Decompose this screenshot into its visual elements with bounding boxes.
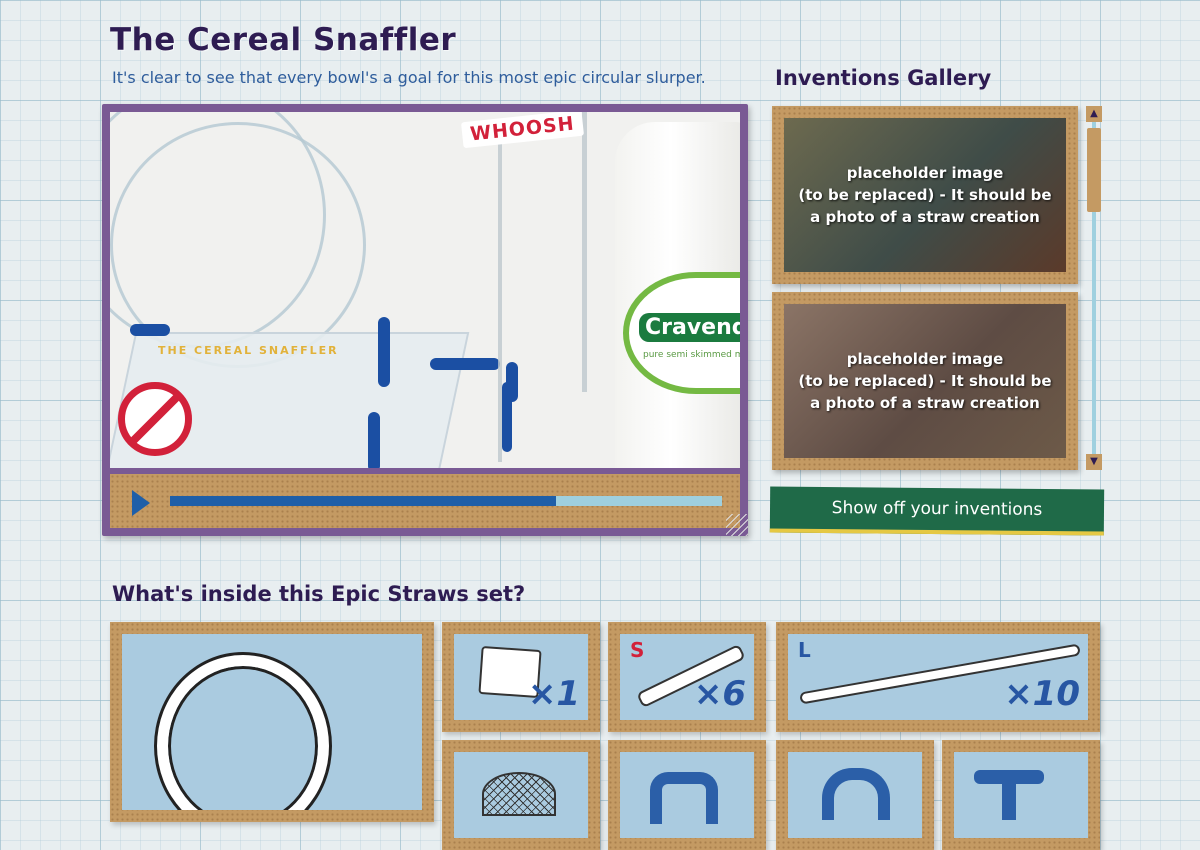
gallery-caption: placeholder image (to be replaced) - It … — [798, 164, 1052, 226]
blue-pipe — [130, 324, 170, 336]
hook-piece-tile — [608, 740, 766, 850]
gallery-item[interactable]: placeholder image (to be replaced) - It … — [772, 292, 1078, 470]
t-piece-stem — [1002, 780, 1016, 820]
connector-plate-tile: ×1 — [442, 622, 600, 732]
vertical-straw — [498, 142, 502, 462]
gallery-item[interactable]: placeholder image (to be replaced) - It … — [772, 106, 1078, 284]
size-label: S — [630, 638, 645, 662]
blue-pipe — [506, 362, 518, 402]
board-text: THE CEREAL SNAFFLER — [158, 344, 339, 357]
quantity-label: ×6 — [693, 674, 746, 714]
resize-handle-icon[interactable] — [726, 514, 748, 536]
blue-pipe — [378, 317, 390, 387]
gallery-scrollbar[interactable]: ▲ ▼ — [1086, 106, 1102, 470]
gallery-title: Inventions Gallery — [775, 66, 992, 90]
progress-fill — [170, 496, 557, 506]
gallery-caption: placeholder image (to be replaced) - It … — [798, 350, 1052, 412]
quantity-label: ×10 — [1004, 674, 1080, 714]
scroll-down-icon[interactable]: ▼ — [1086, 454, 1102, 470]
ring-straw-icon — [154, 652, 332, 810]
no-entry-sign-icon — [118, 382, 192, 456]
video-player: THE CEREAL SNAFFLER WHOOSH Cravendale pu… — [102, 104, 748, 536]
video-screen[interactable]: THE CEREAL SNAFFLER WHOOSH Cravendale pu… — [110, 112, 740, 468]
scroll-thumb[interactable] — [1087, 128, 1101, 212]
u-piece-tile — [776, 740, 934, 850]
play-icon[interactable] — [132, 490, 150, 516]
gallery-photo: placeholder image (to be replaced) - It … — [784, 118, 1066, 272]
size-label: L — [798, 638, 811, 662]
blue-pipe — [368, 412, 380, 468]
u-piece-icon — [822, 768, 890, 820]
whoosh-sticker: WHOOSH — [460, 112, 584, 149]
video-controls — [110, 474, 740, 528]
progress-bar[interactable] — [170, 496, 722, 506]
blue-pipe — [430, 358, 500, 370]
gallery-photo: placeholder image (to be replaced) - It … — [784, 304, 1066, 458]
show-off-inventions-button[interactable]: Show off your inventions — [769, 486, 1105, 536]
net-tile — [442, 740, 600, 850]
net-icon — [482, 772, 556, 816]
scroll-up-icon[interactable]: ▲ — [1086, 106, 1102, 122]
ring-tile — [110, 622, 434, 822]
quantity-label: ×1 — [527, 674, 580, 714]
page-subtitle: It's clear to see that every bowl's a go… — [112, 68, 706, 87]
page-title: The Cereal Snaffler — [110, 22, 457, 58]
milk-subtext: pure semi skimmed milk — [643, 350, 740, 360]
milk-bottle: Cravendale pure semi skimmed milk — [615, 122, 740, 468]
short-straw-tile: S ×6 — [608, 622, 766, 732]
milk-label: Cravendale pure semi skimmed milk — [623, 272, 740, 394]
hook-piece-icon — [650, 772, 718, 824]
vertical-straw — [582, 112, 587, 392]
milk-brand: Cravendale — [639, 313, 740, 342]
contents-section-title: What's inside this Epic Straws set? — [112, 582, 526, 606]
t-piece-tile — [942, 740, 1100, 850]
long-straw-tile: L ×10 — [776, 622, 1100, 732]
